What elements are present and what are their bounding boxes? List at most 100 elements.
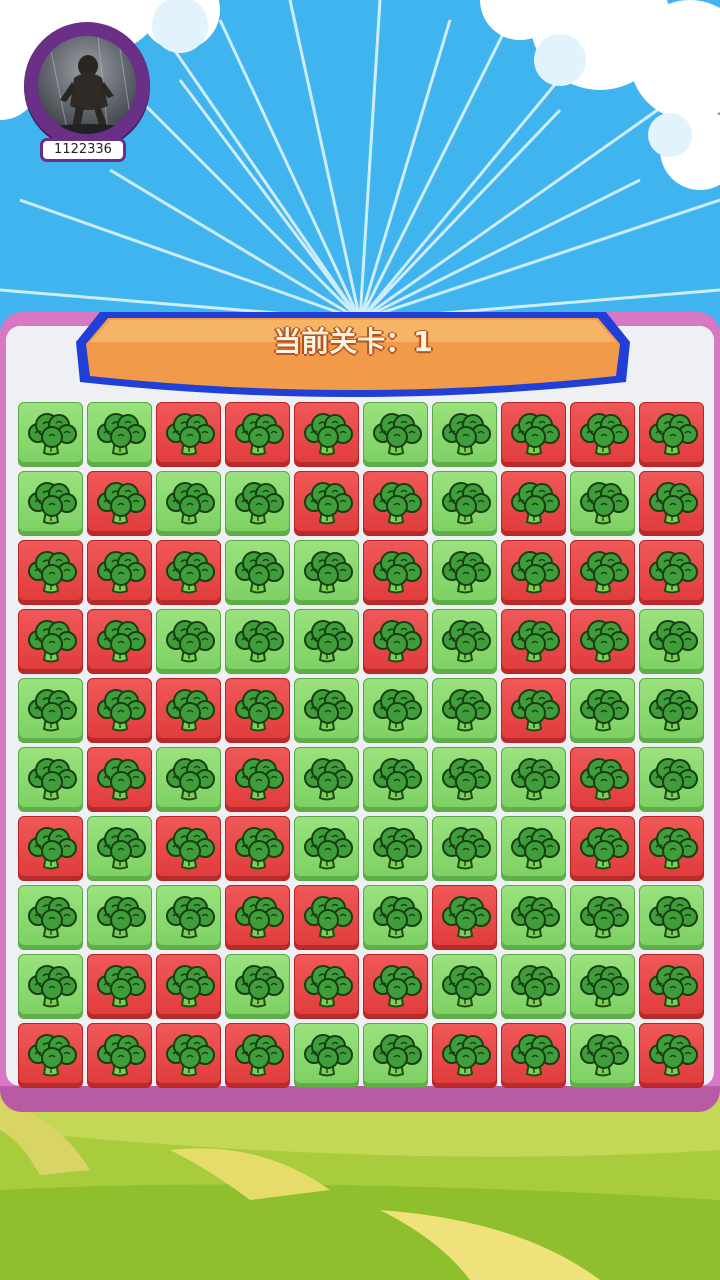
tile-red[interactable] [225,402,290,467]
tile-green[interactable] [363,816,428,881]
tile-green[interactable] [294,816,359,881]
tile-green[interactable] [363,678,428,743]
tile-red[interactable] [501,471,566,536]
tile-red[interactable] [294,885,359,950]
tile-red[interactable] [639,1023,704,1088]
tile-red[interactable] [294,954,359,1019]
tile-green[interactable] [570,1023,635,1088]
tile-red[interactable] [294,402,359,467]
tile-red[interactable] [501,540,566,605]
tile-green[interactable] [18,471,83,536]
tile-red[interactable] [225,678,290,743]
tile-red[interactable] [363,540,428,605]
player-avatar[interactable] [24,22,150,148]
tile-red[interactable] [87,609,152,674]
tile-green[interactable] [501,747,566,812]
tile-red[interactable] [432,885,497,950]
tile-red[interactable] [87,540,152,605]
tile-green[interactable] [18,954,83,1019]
tile-red[interactable] [156,954,221,1019]
tile-red[interactable] [225,885,290,950]
tile-green[interactable] [432,609,497,674]
tile-green[interactable] [501,885,566,950]
tile-red[interactable] [639,954,704,1019]
tile-red[interactable] [87,747,152,812]
tile-red[interactable] [87,678,152,743]
tile-green[interactable] [570,885,635,950]
tile-red[interactable] [225,1023,290,1088]
tile-green[interactable] [363,885,428,950]
tile-green[interactable] [363,747,428,812]
tile-red[interactable] [156,678,221,743]
tile-red[interactable] [363,609,428,674]
tile-green[interactable] [432,954,497,1019]
tile-red[interactable] [639,471,704,536]
tile-red[interactable] [501,609,566,674]
tile-red[interactable] [87,471,152,536]
tile-red[interactable] [18,540,83,605]
tile-green[interactable] [87,816,152,881]
tile-green[interactable] [18,402,83,467]
tile-green[interactable] [294,678,359,743]
tile-green[interactable] [639,747,704,812]
tile-red[interactable] [501,1023,566,1088]
tile-green[interactable] [639,678,704,743]
tile-red[interactable] [18,816,83,881]
tile-green[interactable] [432,471,497,536]
tile-green[interactable] [294,609,359,674]
tile-red[interactable] [225,747,290,812]
tile-red[interactable] [570,609,635,674]
tile-green[interactable] [225,471,290,536]
tile-green[interactable] [363,1023,428,1088]
tile-red[interactable] [501,402,566,467]
tile-green[interactable] [501,816,566,881]
tile-green[interactable] [570,678,635,743]
tile-green[interactable] [432,747,497,812]
tile-green[interactable] [156,609,221,674]
tile-red[interactable] [156,540,221,605]
tile-red[interactable] [225,816,290,881]
tile-green[interactable] [294,747,359,812]
tile-green[interactable] [432,402,497,467]
tile-red[interactable] [363,954,428,1019]
tile-green[interactable] [432,816,497,881]
tile-green[interactable] [156,885,221,950]
tile-green[interactable] [18,678,83,743]
tile-red[interactable] [639,540,704,605]
tile-green[interactable] [639,609,704,674]
tile-green[interactable] [294,1023,359,1088]
tile-green[interactable] [501,954,566,1019]
tile-red[interactable] [639,402,704,467]
tile-green[interactable] [432,678,497,743]
tile-red[interactable] [156,402,221,467]
tile-red[interactable] [570,747,635,812]
tile-red[interactable] [156,1023,221,1088]
tile-green[interactable] [570,954,635,1019]
tile-red[interactable] [156,816,221,881]
tile-green[interactable] [156,747,221,812]
tile-green[interactable] [87,885,152,950]
tile-red[interactable] [570,540,635,605]
tile-green[interactable] [225,954,290,1019]
tile-green[interactable] [639,885,704,950]
tile-red[interactable] [294,471,359,536]
tile-red[interactable] [432,1023,497,1088]
tile-red[interactable] [87,1023,152,1088]
tile-red[interactable] [18,609,83,674]
tile-green[interactable] [570,471,635,536]
tile-green[interactable] [18,747,83,812]
tile-green[interactable] [225,540,290,605]
tile-red[interactable] [570,816,635,881]
tile-red[interactable] [18,1023,83,1088]
tile-green[interactable] [294,540,359,605]
tile-green[interactable] [432,540,497,605]
tile-green[interactable] [225,609,290,674]
tile-red[interactable] [501,678,566,743]
tile-red[interactable] [87,954,152,1019]
tile-green[interactable] [18,885,83,950]
tile-red[interactable] [363,471,428,536]
tile-red[interactable] [639,816,704,881]
tile-green[interactable] [87,402,152,467]
tile-red[interactable] [570,402,635,467]
tile-green[interactable] [156,471,221,536]
